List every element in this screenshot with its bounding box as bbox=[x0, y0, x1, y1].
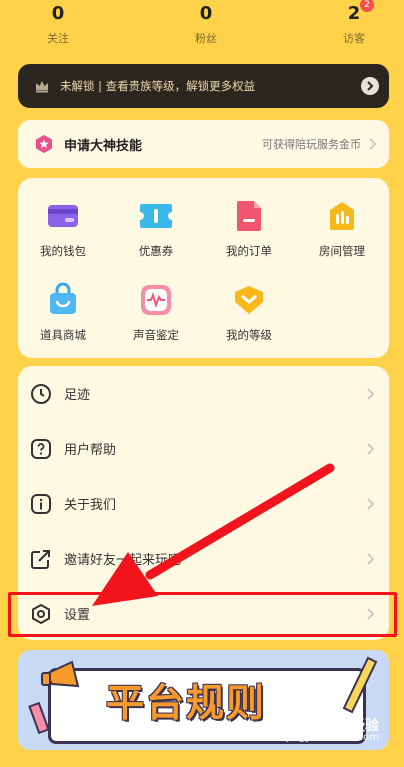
grid-item-label: 优惠券 bbox=[138, 244, 174, 258]
feature-grid: 我的钱包 优惠券 我的订单 房间管理 道具商城 声音鉴定 我的等级 bbox=[18, 178, 389, 358]
stat-visitors[interactable]: 2 访客 2 bbox=[326, 0, 382, 52]
grid-item-coupon[interactable]: 优惠券 bbox=[111, 198, 201, 259]
grid-item-orders[interactable]: 我的订单 bbox=[204, 198, 294, 259]
grid-item-label: 我的钱包 bbox=[40, 244, 86, 258]
order-icon bbox=[237, 201, 261, 231]
room-manage-icon bbox=[330, 202, 354, 230]
vip-unlock-bar[interactable]: 未解锁 | 查看贵族等级，解锁更多权益 bbox=[18, 64, 389, 108]
share-icon bbox=[31, 549, 50, 569]
pencil-icon bbox=[28, 702, 50, 735]
skill-badge-icon bbox=[36, 135, 52, 153]
crown-icon bbox=[36, 81, 48, 93]
stat-label: 粉丝 bbox=[195, 32, 217, 45]
menu-item-help[interactable]: 用户帮助 bbox=[18, 421, 389, 476]
grid-item-wallet[interactable]: 我的钱包 bbox=[18, 198, 108, 259]
voice-wave-icon bbox=[141, 285, 171, 315]
menu-item-label: 用户帮助 bbox=[64, 443, 117, 458]
chevron-right-icon bbox=[369, 138, 377, 150]
menu-item-label: 设置 bbox=[64, 608, 91, 623]
grid-item-label: 房间管理 bbox=[319, 244, 365, 258]
ruler-icon bbox=[342, 656, 378, 714]
grid-item-label: 道具商城 bbox=[40, 328, 86, 342]
megaphone-icon bbox=[41, 660, 80, 688]
chevron-right-icon bbox=[367, 442, 375, 455]
chevron-right-icon[interactable] bbox=[361, 77, 379, 95]
menu-item-footprint[interactable]: 足迹 bbox=[18, 366, 389, 421]
grid-item-level[interactable]: 我的等级 bbox=[204, 282, 294, 343]
menu-item-label: 足迹 bbox=[64, 388, 91, 403]
coupon-icon bbox=[140, 204, 172, 228]
clock-icon bbox=[31, 383, 51, 404]
info-icon bbox=[31, 493, 51, 514]
apply-skill-row[interactable]: 申请大神技能 可获得陪玩服务金币 bbox=[18, 120, 389, 168]
stats-row: 0 关注 0 粉丝 2 访客 2 bbox=[0, 0, 404, 52]
grid-item-label: 我的订单 bbox=[226, 244, 272, 258]
chevron-right-icon bbox=[367, 607, 375, 620]
chevron-right-icon bbox=[367, 387, 375, 400]
stat-followers[interactable]: 0 粉丝 bbox=[178, 0, 234, 52]
stat-following[interactable]: 0 关注 bbox=[30, 0, 86, 52]
grid-item-shop[interactable]: 道具商城 bbox=[18, 282, 108, 343]
stat-label: 访客 bbox=[343, 32, 365, 45]
vip-unlock-text: 未解锁 | 查看贵族等级，解锁更多权益 bbox=[60, 79, 256, 93]
grid-item-voice[interactable]: 声音鉴定 bbox=[111, 282, 201, 343]
stat-label: 关注 bbox=[47, 32, 69, 45]
grid-item-label: 我的等级 bbox=[226, 328, 272, 342]
menu-item-about[interactable]: 关于我们 bbox=[18, 476, 389, 531]
platform-rules-banner[interactable]: 平台规则 Bai 经验 jingyan.baidu.com bbox=[18, 650, 389, 750]
chevron-right-icon bbox=[367, 552, 375, 565]
stat-value: 0 bbox=[51, 3, 65, 24]
level-badge-icon bbox=[235, 286, 263, 314]
shopping-bag-icon bbox=[50, 282, 76, 314]
grid-item-label: 声音鉴定 bbox=[133, 328, 179, 342]
skill-title: 申请大神技能 bbox=[64, 138, 143, 154]
watermark-brand: Bai 经验 bbox=[321, 718, 379, 734]
banner-title: 平台规则 bbox=[106, 681, 267, 725]
chevron-right-icon bbox=[367, 497, 375, 510]
skill-hint: 可获得陪玩服务金币 bbox=[262, 138, 361, 151]
menu-item-label: 邀请好友一起来玩吧 bbox=[64, 553, 182, 568]
grid-item-room-manage[interactable]: 房间管理 bbox=[297, 198, 387, 259]
wallet-icon bbox=[48, 205, 78, 227]
settings-menu: 足迹 用户帮助 关于我们 邀请好友一起来玩吧 设置 bbox=[18, 366, 389, 640]
menu-item-settings[interactable]: 设置 bbox=[18, 586, 389, 641]
settings-hexagon-icon bbox=[32, 603, 50, 624]
watermark: Bai 经验 jingyan.baidu.com bbox=[286, 718, 379, 744]
stat-value: 0 bbox=[199, 3, 213, 24]
question-icon bbox=[31, 438, 51, 459]
menu-item-label: 关于我们 bbox=[64, 498, 117, 513]
watermark-url: jingyan.baidu.com bbox=[286, 732, 379, 743]
menu-item-invite[interactable]: 邀请好友一起来玩吧 bbox=[18, 531, 389, 586]
